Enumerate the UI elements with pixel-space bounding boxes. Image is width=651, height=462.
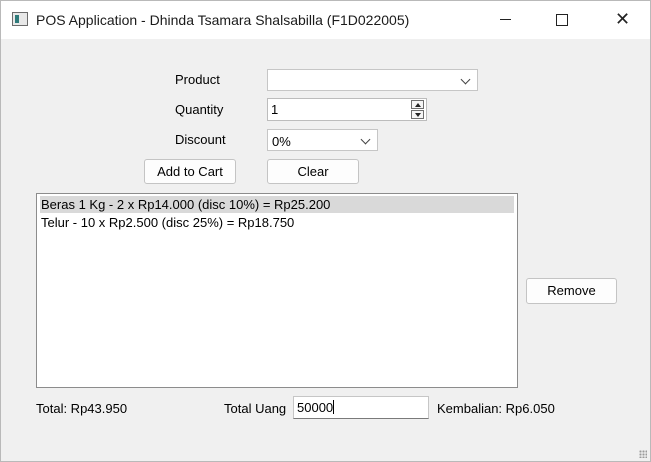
minimize-button[interactable]: [476, 1, 534, 39]
remove-button[interactable]: Remove: [526, 278, 617, 304]
clear-button[interactable]: Clear: [267, 159, 359, 184]
quantity-value: 1: [271, 102, 279, 117]
text-caret: [333, 400, 335, 414]
total-uang-input[interactable]: 50000: [293, 396, 429, 419]
kembalian-label: Kembalian: Rp6.050: [437, 401, 555, 416]
spin-up-arrow-icon[interactable]: [411, 100, 424, 109]
product-combobox[interactable]: [267, 69, 478, 91]
discount-value: 0%: [272, 134, 291, 149]
product-label: Product: [175, 72, 220, 87]
title-bar[interactable]: POS Application - Dhinda Tsamara Shalsab…: [1, 1, 650, 39]
maximize-icon: [556, 14, 568, 26]
resize-grip-icon[interactable]: [639, 450, 647, 458]
chevron-down-icon: [360, 134, 371, 145]
close-icon: ✕: [615, 9, 631, 29]
list-item-text: Telur - 10 x Rp2.500 (disc 25%) = Rp18.7…: [41, 215, 295, 230]
quantity-spinbox[interactable]: 1: [267, 98, 427, 121]
pos-window: POS Application - Dhinda Tsamara Shalsab…: [0, 0, 651, 462]
discount-combobox[interactable]: 0%: [267, 129, 378, 151]
total-label: Total: Rp43.950: [36, 401, 128, 416]
close-button[interactable]: ✕: [592, 1, 650, 39]
quantity-label: Quantity: [175, 102, 224, 117]
total-uang-text: 50000: [297, 400, 334, 415]
cart-listbox[interactable]: Beras 1 Kg - 2 x Rp14.000 (disc 10%) = R…: [36, 193, 518, 388]
chevron-down-icon: [460, 74, 471, 85]
total-uang-value: 50000: [297, 400, 335, 415]
list-item-text: Beras 1 Kg - 2 x Rp14.000 (disc 10%) = R…: [41, 197, 331, 212]
add-to-cart-button[interactable]: Add to Cart: [144, 159, 236, 184]
app-icon: [12, 12, 28, 26]
window-title: POS Application - Dhinda Tsamara Shalsab…: [36, 12, 410, 28]
list-item[interactable]: Telur - 10 x Rp2.500 (disc 25%) = Rp18.7…: [40, 214, 514, 231]
maximize-button[interactable]: [534, 1, 592, 39]
minimize-icon: [500, 19, 511, 20]
list-item[interactable]: Beras 1 Kg - 2 x Rp14.000 (disc 10%) = R…: [40, 196, 514, 213]
total-uang-label: Total Uang: [224, 401, 287, 416]
discount-label: Discount: [175, 132, 226, 147]
spin-down-arrow-icon[interactable]: [411, 110, 424, 119]
quantity-stepper[interactable]: [410, 99, 426, 120]
